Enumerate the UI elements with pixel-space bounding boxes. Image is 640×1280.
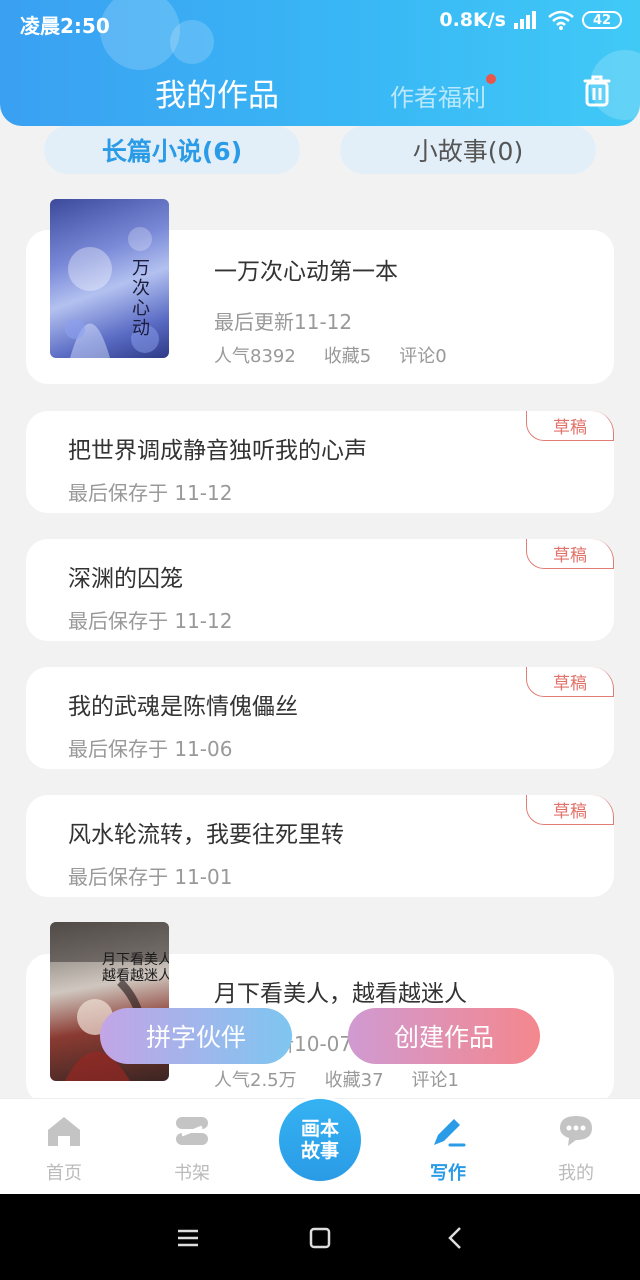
nav-bookshelf[interactable]: 书架	[142, 1099, 242, 1195]
work-comments: 评论0	[399, 346, 447, 367]
tab-author-welfare[interactable]: 作者福利	[390, 78, 486, 113]
work-title: 月下看美人，越看越迷人	[214, 981, 467, 1007]
tab-novels[interactable]: 长篇小说(6)	[44, 126, 300, 174]
work-updated: 最后更新11-12	[214, 310, 353, 334]
signal-icon	[514, 11, 540, 29]
status-icons: 0.8K/s 42	[439, 9, 622, 31]
pen-icon	[430, 1113, 466, 1149]
nav-home-label: 首页	[46, 1163, 82, 1184]
notification-dot	[486, 74, 496, 84]
draft-saved-time: 最后保存于 11-01	[68, 865, 233, 889]
wifi-icon	[548, 10, 574, 30]
center-label-line1: 画本	[300, 1118, 339, 1140]
status-bar: 凌晨2:50 0.8K/s 42	[0, 0, 640, 44]
create-work-button[interactable]: 创建作品	[348, 1008, 540, 1064]
center-label-line2: 故事	[300, 1140, 339, 1162]
work-title: 一万次心动第一本	[214, 259, 398, 285]
work-popularity: 人气8392	[214, 346, 296, 367]
nav-me-label: 我的	[558, 1163, 594, 1184]
back-icon[interactable]	[446, 1226, 466, 1254]
nav-write[interactable]: 写作	[398, 1099, 498, 1195]
work-favorites: 收藏5	[323, 346, 372, 367]
draft-card[interactable]: 深渊的囚笼 最后保存于 11-12 草稿	[26, 539, 614, 641]
nav-me[interactable]: 我的	[526, 1099, 626, 1195]
draft-saved-time: 最后保存于 11-06	[68, 737, 233, 761]
draft-badge: 草稿	[526, 411, 614, 441]
status-time: 凌晨2:50	[20, 14, 110, 38]
picture-story-button[interactable]: 画本 故事	[276, 1080, 364, 1184]
bookshelf-icon	[174, 1113, 210, 1149]
draft-badge: 草稿	[526, 539, 614, 569]
home-square-icon[interactable]	[308, 1226, 332, 1254]
draft-title: 深渊的囚笼	[68, 566, 183, 592]
work-stats: 人气8392 收藏5 评论0	[214, 342, 447, 368]
draft-title: 把世界调成静音独听我的心声	[68, 438, 367, 464]
menu-icon[interactable]	[176, 1228, 200, 1252]
nav-write-label: 写作	[430, 1163, 466, 1184]
draft-card[interactable]: 我的武魂是陈情傀儡丝 最后保存于 11-06 草稿	[26, 667, 614, 769]
header: 凌晨2:50 0.8K/s 42 我的作品 作者福利	[0, 0, 640, 126]
home-icon	[46, 1113, 82, 1149]
draft-title: 风水轮流转，我要往死里转	[68, 822, 344, 848]
draft-badge: 草稿	[526, 667, 614, 697]
draft-saved-time: 最后保存于 11-12	[68, 481, 233, 505]
network-speed: 0.8K/s	[439, 9, 506, 31]
nav-bookshelf-label: 书架	[174, 1163, 210, 1184]
draft-badge: 草稿	[526, 795, 614, 825]
draft-card[interactable]: 把世界调成静音独听我的心声 最后保存于 11-12 草稿	[26, 411, 614, 513]
work-comments: 评论1	[411, 1070, 459, 1091]
draft-saved-time: 最后保存于 11-12	[68, 609, 233, 633]
tab-stories[interactable]: 小故事(0)	[340, 126, 596, 174]
cover-title-text: 月下看美人越看越迷人	[102, 952, 169, 984]
cover-title-text: 万次心动	[132, 258, 150, 339]
draft-card[interactable]: 风水轮流转，我要往死里转 最后保存于 11-01 草稿	[26, 795, 614, 897]
trash-icon[interactable]	[582, 74, 612, 108]
chat-bubble-icon	[558, 1113, 594, 1149]
writing-partner-button[interactable]: 拼字伙伴	[100, 1008, 292, 1064]
system-nav-bar	[0, 1194, 640, 1280]
page-title[interactable]: 我的作品	[155, 70, 279, 115]
draft-title: 我的武魂是陈情傀儡丝	[68, 694, 298, 720]
nav-home[interactable]: 首页	[14, 1099, 114, 1195]
battery-icon: 42	[582, 11, 622, 29]
category-tabs: 长篇小说(6) 小故事(0)	[0, 126, 640, 178]
book-cover[interactable]: 万次心动	[50, 199, 169, 358]
picture-story-circle: 画本 故事	[276, 1096, 364, 1184]
